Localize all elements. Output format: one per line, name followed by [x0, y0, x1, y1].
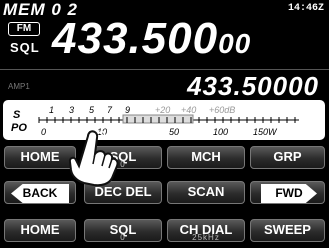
s-scale-label: +60dB: [209, 105, 235, 115]
s-scale-label: 5: [89, 105, 95, 115]
grp-label: GRP: [273, 149, 302, 164]
ch-dial-step: 25kHz: [192, 233, 220, 242]
meter-scale: 1 3 5 7 9 +20 +40 +60dB 0 10 50 100 150W: [38, 105, 299, 137]
sql-value-2: 0: [120, 233, 126, 242]
main-frequency-major: 433.500: [52, 14, 219, 63]
s-scale-label: +20: [155, 105, 170, 115]
sweep-button[interactable]: SWEEP: [250, 219, 325, 242]
mch-label: MCH: [191, 149, 221, 164]
back-label: BACK: [22, 186, 58, 200]
s-scale-label: +40: [181, 105, 196, 115]
s-scale-label: 3: [69, 105, 74, 115]
sub-frequency: 433.50000: [187, 71, 319, 101]
home-label-2: HOME: [20, 222, 60, 237]
mch-button[interactable]: MCH: [167, 146, 245, 169]
sql-button-2[interactable]: SQL 0: [84, 219, 162, 242]
scan-button[interactable]: SCAN: [167, 181, 245, 204]
s-scale-label: 9: [125, 105, 130, 115]
home-label: HOME: [20, 149, 60, 164]
s-scale-label: 1: [49, 105, 54, 115]
scan-label: SCAN: [187, 184, 225, 199]
mode-badge: FM: [8, 22, 40, 36]
fwd-arrow-icon: FWD: [261, 184, 317, 203]
grp-button[interactable]: GRP: [250, 146, 325, 169]
clock: 14:46Z: [287, 3, 324, 14]
s-scale-label: 7: [107, 105, 113, 115]
po-scale-label: 150W: [253, 127, 278, 137]
signal-power-meter: S PO 1 3 5 7 9 +20 +40 +60dB 0 10 50 100 150W: [3, 100, 325, 140]
home-button-2[interactable]: HOME: [4, 219, 76, 242]
touch-hand-icon: [68, 130, 119, 187]
ch-dial-button[interactable]: CH DIAL 25kHz: [167, 219, 245, 242]
po-scale-label: 50: [169, 127, 179, 137]
fwd-label: FWD: [275, 186, 303, 200]
po-scale-label: 0: [41, 127, 46, 137]
main-frequency-minor: 00: [218, 28, 252, 59]
po-scale-label: 100: [213, 127, 228, 137]
amp-label: AMP1: [8, 82, 30, 91]
back-arrow-icon: BACK: [11, 184, 69, 203]
fwd-button[interactable]: FWD: [250, 181, 325, 204]
sql-indicator: SQL: [10, 40, 40, 55]
divider: [0, 69, 329, 70]
sweep-label: SWEEP: [264, 222, 311, 237]
main-frequency: 433.50000: [52, 14, 251, 64]
